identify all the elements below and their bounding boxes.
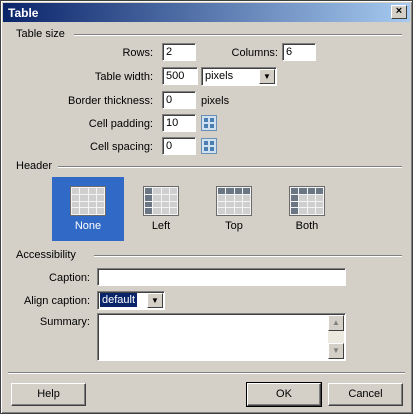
chevron-down-icon: ▼ [147,293,163,308]
accessibility-group-label: Accessibility [16,249,76,261]
table-size-divider [74,34,402,36]
header-option-label: None [74,220,102,232]
dialog-title: Table [8,6,39,20]
summary-scrollbar[interactable]: ▲ ▼ [328,315,344,359]
table-width-label: Table width: [94,71,153,83]
header-divider [58,166,402,168]
chevron-down-icon: ▼ [259,69,275,84]
accessibility-divider [94,255,402,257]
grid-icon[interactable] [201,138,217,154]
header-option-left[interactable]: Left [125,177,197,241]
header-group-label: Header [16,160,53,172]
header-option-none[interactable]: None [52,177,124,241]
border-unit-label: pixels [201,95,230,107]
title-bar[interactable]: Table × [3,3,410,22]
header-option-top[interactable]: Top [198,177,270,241]
rows-field[interactable]: 2 [162,43,196,61]
grid-icon[interactable] [201,115,217,131]
table-none-icon [70,186,106,216]
footer-divider [8,372,405,374]
header-option-label: Both [295,220,319,232]
border-thickness-label: Border thickness: [68,95,153,107]
align-caption-value: default [100,293,138,307]
header-option-label: Left [151,220,171,232]
cell-padding-field[interactable]: 10 [162,114,196,132]
rows-label: Rows: [122,47,153,59]
header-option-both[interactable]: Both [271,177,343,241]
caption-label: Caption: [49,272,90,284]
table-left-header-icon [143,186,179,216]
align-caption-select[interactable]: default ▼ [97,291,165,310]
cell-spacing-field[interactable]: 0 [162,137,196,155]
table-top-header-icon [216,186,252,216]
table-width-field[interactable]: 500 [162,67,198,85]
width-unit-value: pixels [205,70,234,82]
columns-field[interactable]: 6 [282,43,316,61]
align-caption-label: Align caption: [23,295,90,307]
cell-spacing-label: Cell spacing: [90,141,153,153]
summary-textarea[interactable]: ▲ ▼ [97,313,346,361]
table-size-group-label: Table size [16,28,65,40]
scroll-down-icon[interactable]: ▼ [328,343,344,359]
scroll-up-icon[interactable]: ▲ [328,315,344,331]
border-thickness-field[interactable]: 0 [162,91,196,109]
close-button[interactable]: × [391,5,407,19]
header-option-label: Top [225,220,243,232]
table-dialog: Table × Table size Rows: 2 Columns: 6 Ta… [0,0,413,414]
cancel-button[interactable]: Cancel [328,383,403,406]
table-both-header-icon [289,186,325,216]
close-icon: × [395,5,403,17]
columns-label: Columns: [231,47,278,59]
cell-padding-label: Cell padding: [88,118,153,130]
help-button[interactable]: Help [11,383,86,406]
ok-button[interactable]: OK [246,382,322,407]
width-unit-select[interactable]: pixels ▼ [201,67,277,86]
caption-field[interactable] [97,268,346,286]
summary-label: Summary: [39,316,90,328]
